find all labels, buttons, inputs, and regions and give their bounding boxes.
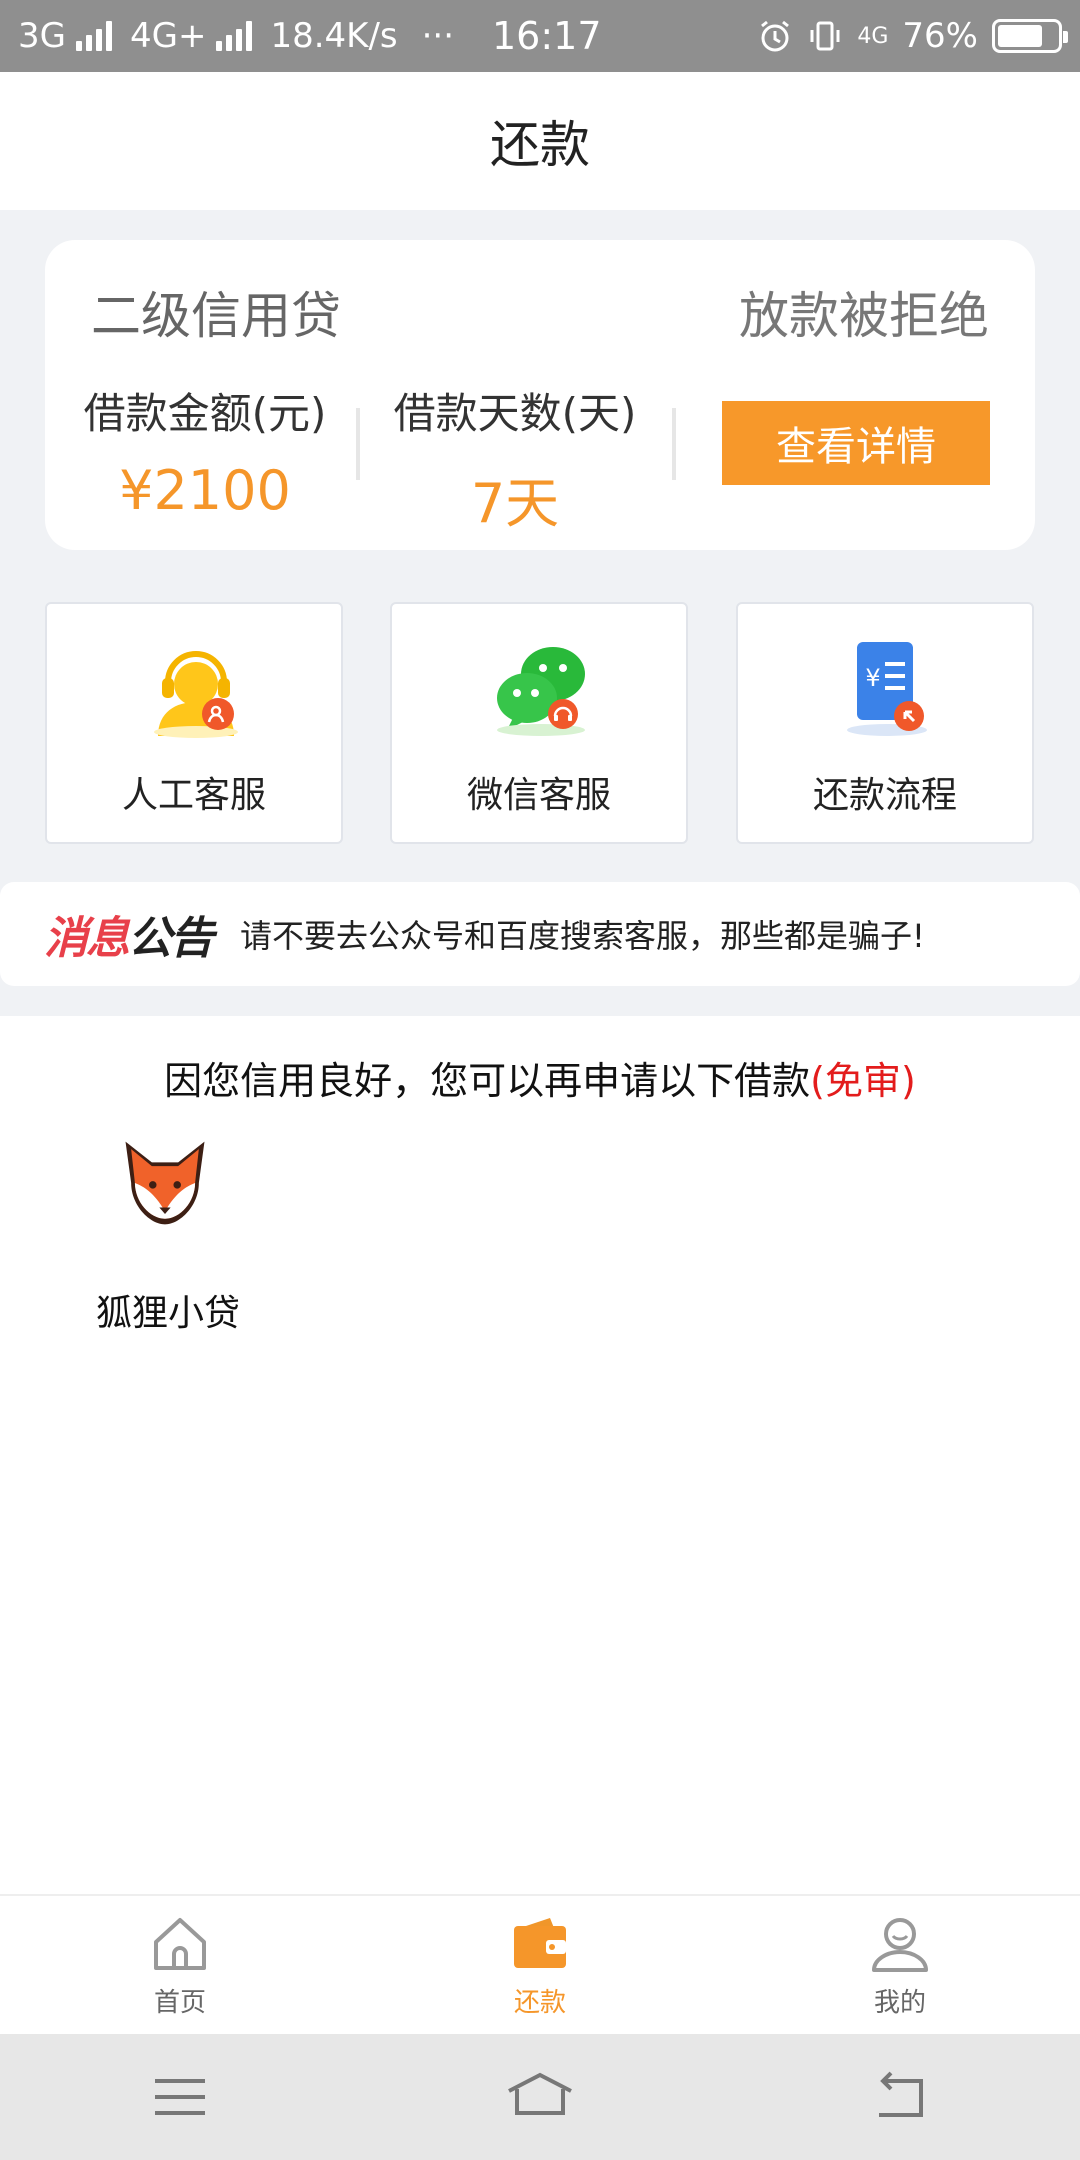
battery-percent: 76% bbox=[902, 16, 978, 56]
loan-amount: 借款金额(元) ¥2100 bbox=[75, 380, 335, 522]
recommend-app-name: 狐狸小贷 bbox=[95, 1293, 240, 1334]
home-icon bbox=[154, 1917, 206, 1970]
notice-bar: 消息公告 请不要去公众号和百度搜索客服，那些都是骗子! bbox=[0, 882, 1080, 986]
wechat-service-label: 微信客服 bbox=[466, 775, 611, 816]
repayment-process-icon: ¥ bbox=[847, 642, 927, 736]
page-title: 还款 bbox=[490, 116, 590, 174]
nav-profile-label: 我的 bbox=[873, 1987, 926, 2018]
system-nav-bar bbox=[0, 2034, 1080, 2160]
repayment-process-label: 还款流程 bbox=[812, 775, 957, 816]
profile-icon bbox=[872, 1917, 928, 1972]
recommend-intro-text: 因您信用良好，您可以再申请以下借款 bbox=[164, 1059, 811, 1103]
divider bbox=[356, 408, 360, 480]
wallet-icon bbox=[514, 1917, 566, 1968]
more-dots: ··· bbox=[421, 16, 455, 56]
loan-status: 放款被拒绝 bbox=[739, 287, 989, 345]
notice-tag-a: 消息 bbox=[44, 913, 130, 964]
svg-text:¥: ¥ bbox=[865, 664, 880, 692]
loan-amount-label: 借款金额(元) bbox=[83, 389, 327, 438]
loan-product-name: 二级信用贷 bbox=[91, 287, 341, 345]
loan-days-label: 借款天数(天) bbox=[393, 389, 637, 438]
loan-days-value: 7天 bbox=[470, 472, 560, 535]
signal-icon bbox=[216, 21, 253, 51]
menu-icon[interactable] bbox=[145, 2067, 215, 2127]
network-speed: 18.4K/s bbox=[270, 16, 398, 56]
bottom-nav: 首页 还款 我的 bbox=[0, 1894, 1080, 2034]
fox-icon bbox=[125, 1141, 205, 1225]
nav-profile[interactable]: 我的 bbox=[720, 1896, 1080, 2034]
view-details-button[interactable]: 查看详情 bbox=[722, 401, 990, 485]
alarm-icon bbox=[761, 20, 790, 52]
divider bbox=[672, 408, 676, 480]
battery-icon bbox=[992, 19, 1068, 53]
back-icon[interactable] bbox=[865, 2067, 935, 2127]
repayment-process-tile[interactable]: ¥ 还款流程 bbox=[736, 602, 1034, 844]
wechat-icon bbox=[497, 647, 585, 736]
loan-days: 借款天数(天) 7天 bbox=[385, 380, 645, 538]
loan-amount-value: ¥2100 bbox=[119, 459, 291, 522]
nav-home[interactable]: 首页 bbox=[0, 1896, 360, 2034]
status-bar: 3G 4G+ 18.4K/s ··· 16:17 4G 76% bbox=[0, 0, 1080, 72]
nav-repay[interactable]: 还款 bbox=[360, 1896, 720, 2034]
signal-icon bbox=[75, 21, 112, 51]
notice-tag: 消息公告 bbox=[44, 902, 214, 966]
recommend-app-fox[interactable]: 狐狸小贷 bbox=[88, 1136, 248, 1334]
clock: 16:17 bbox=[492, 14, 602, 58]
recommend-intro: 因您信用良好，您可以再申请以下借款(免审) bbox=[0, 1050, 1080, 1105]
network-4g: 4G bbox=[857, 23, 889, 49]
network-4g-plus: 4G+ bbox=[129, 16, 207, 56]
customer-service-tile[interactable]: 人工客服 bbox=[45, 602, 343, 844]
network-3g: 3G bbox=[18, 16, 66, 56]
nav-repay-label: 还款 bbox=[513, 1987, 566, 2018]
home-button-icon[interactable] bbox=[505, 2067, 575, 2127]
nav-home-label: 首页 bbox=[153, 1987, 206, 2018]
vibrate-icon bbox=[810, 21, 840, 51]
notice-tag-b: 公告 bbox=[128, 913, 214, 964]
recommend-section: 因您信用良好，您可以再申请以下借款(免审) 狐狸小贷 bbox=[0, 1016, 1080, 1896]
loan-card: 二级信用贷 放款被拒绝 借款金额(元) ¥2100 借款天数(天) 7天 查看详… bbox=[45, 240, 1035, 550]
recommend-intro-highlight: (免审) bbox=[810, 1059, 916, 1103]
wechat-service-tile[interactable]: 微信客服 bbox=[390, 602, 688, 844]
page-header: 还款 bbox=[0, 72, 1080, 210]
notice-message: 请不要去公众号和百度搜索客服，那些都是骗子! bbox=[240, 917, 925, 955]
customer-service-icon bbox=[154, 651, 238, 738]
customer-service-label: 人工客服 bbox=[121, 775, 266, 816]
